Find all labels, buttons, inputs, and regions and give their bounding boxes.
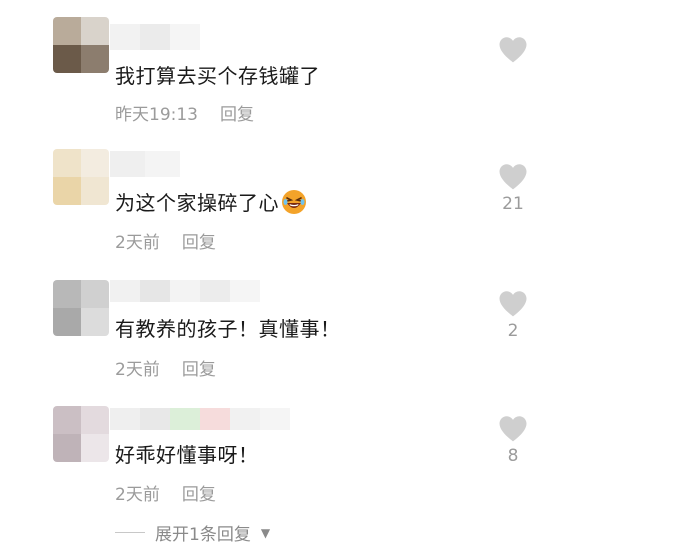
comment-time: 2天前: [115, 485, 160, 505]
comment-meta: 2天前 回复: [115, 355, 216, 380]
like-button[interactable]: 8: [496, 415, 530, 466]
avatar[interactable]: [53, 406, 109, 462]
comment-meta: 2天前 回复: [115, 480, 216, 505]
heart-icon: [499, 416, 527, 442]
comment-item: 为这个家操碎了心 2天前 回复 21: [0, 145, 680, 271]
heart-icon: [499, 164, 527, 190]
reply-button[interactable]: 回复: [182, 228, 216, 253]
username-blurred[interactable]: [110, 24, 200, 50]
username-blurred[interactable]: [110, 151, 180, 177]
caret-down-icon: ▼: [260, 525, 271, 540]
comment-text: 好乖好懂事呀！: [115, 439, 259, 468]
like-count: 2: [507, 321, 519, 341]
comment-text: 有教养的孩子！真懂事！: [115, 313, 341, 342]
comment-text-content: 我打算去买个存钱罐了: [115, 64, 320, 88]
like-button[interactable]: [496, 36, 530, 67]
comment-text-content: 为这个家操碎了心: [115, 191, 279, 215]
like-button[interactable]: 21: [496, 163, 530, 214]
username-blurred[interactable]: [110, 280, 260, 302]
comment-list: 我打算去买个存钱罐了 昨天19:13 回复 为这个家操碎了心 2天前 回复 21…: [0, 0, 680, 543]
like-button[interactable]: 2: [496, 290, 530, 341]
comment-text-content: 好乖好懂事呀！: [115, 443, 259, 467]
reply-button[interactable]: 回复: [220, 100, 254, 125]
comment-meta: 昨天19:13 回复: [115, 100, 254, 125]
comment-item: 我打算去买个存钱罐了 昨天19:13 回复: [0, 0, 680, 126]
avatar[interactable]: [53, 149, 109, 205]
username-blurred[interactable]: [110, 408, 290, 430]
expand-replies-label: 展开1条回复: [155, 525, 251, 543]
comment-item: 有教养的孩子！真懂事！ 2天前 回复 2: [0, 272, 680, 398]
comment-text: 为这个家操碎了心: [115, 187, 307, 216]
comment-time: 2天前: [115, 360, 160, 380]
comment-meta: 2天前 回复: [115, 228, 216, 253]
laughing-emoji-icon: [282, 189, 306, 214]
heart-icon: [499, 37, 527, 63]
heart-icon: [499, 291, 527, 317]
comment-text: 我打算去买个存钱罐了: [115, 60, 320, 89]
comment-time: 2天前: [115, 233, 160, 253]
comment-text-content: 有教养的孩子！真懂事！: [115, 317, 341, 341]
divider-line: [115, 532, 145, 533]
like-count: 21: [502, 194, 524, 214]
comment-item: 好乖好懂事呀！ 2天前 回复 8: [0, 398, 680, 524]
avatar[interactable]: [53, 17, 109, 73]
reply-button[interactable]: 回复: [182, 355, 216, 380]
expand-replies-button[interactable]: 展开1条回复 ▼: [115, 520, 270, 543]
like-count: 8: [507, 446, 519, 466]
reply-button[interactable]: 回复: [182, 480, 216, 505]
comment-time: 昨天19:13: [115, 105, 198, 125]
avatar[interactable]: [53, 280, 109, 336]
